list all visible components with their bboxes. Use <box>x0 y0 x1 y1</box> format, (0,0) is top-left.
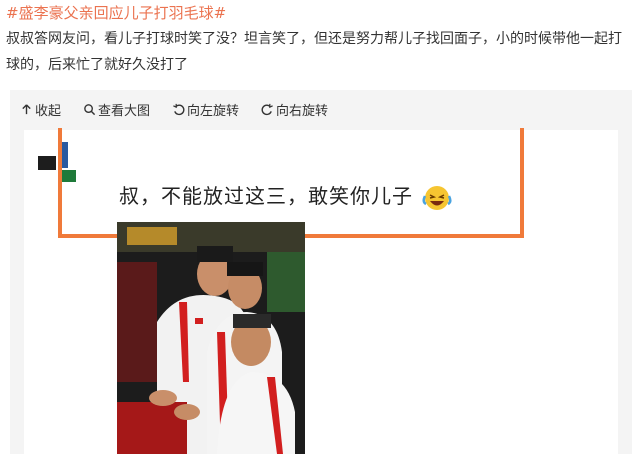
rotate-right-label: 向右旋转 <box>276 103 329 119</box>
rotate-right-button[interactable]: 向右旋转 <box>261 100 328 119</box>
view-large-button[interactable]: 查看大图 <box>83 100 150 119</box>
image-caption: 叔，不能放过这三，敢笑你儿子 <box>119 180 452 212</box>
collapse-label: 收起 <box>35 103 62 119</box>
rotate-left-icon <box>173 103 185 115</box>
post-image[interactable]: 叔，不能放过这三，敢笑你儿子 <box>24 128 618 454</box>
hashtag-link[interactable]: #盛李豪父亲回应儿子打羽毛球# <box>6 2 226 24</box>
image-viewer-panel: 收起 查看大图 向左旋转 向右旋转 叔，不能放过这三，敢笑你儿子 <box>10 90 632 454</box>
search-icon <box>84 103 96 115</box>
rotate-left-label: 向左旋转 <box>187 103 240 119</box>
view-large-label: 查看大图 <box>98 103 151 119</box>
rotate-right-icon <box>261 103 273 115</box>
laughing-emoji-icon <box>422 185 452 210</box>
post-text: 叔叔答网友问，看儿子打球时笑了没？坦言笑了，但还是努力帮儿子找回面子，小的时候带… <box>6 31 622 73</box>
photo-athletes <box>117 222 305 454</box>
rotate-left-button[interactable]: 向左旋转 <box>172 100 239 119</box>
caption-text: 叔，不能放过这三，敢笑你儿子 <box>119 184 413 208</box>
collapse-icon <box>22 103 31 114</box>
image-toolbar: 收起 查看大图 向左旋转 向右旋转 <box>20 90 328 128</box>
collapse-button[interactable]: 收起 <box>20 100 61 119</box>
